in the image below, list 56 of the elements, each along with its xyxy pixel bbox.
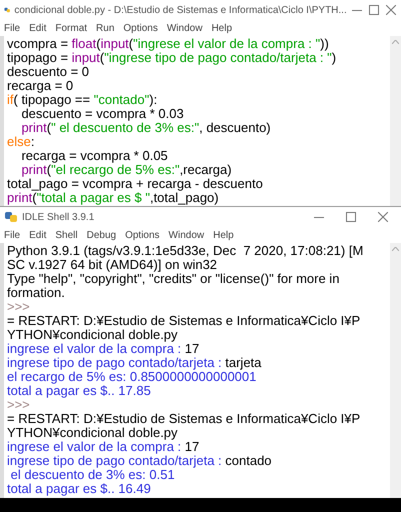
- menu-item[interactable]: Format: [55, 20, 88, 36]
- code-line: recarga = vcompra * 0.05: [20, 149, 169, 163]
- shell-line: el descuento de 3% es: 0.51: [10, 468, 175, 482]
- python-logo-icon: [4, 210, 18, 224]
- maximize-icon: [346, 212, 356, 222]
- shell-line: SC v.1927 64 bit (AMD64)] on win32: [7, 258, 218, 272]
- maximize-icon: [368, 5, 379, 15]
- shell-line: YTHON¥condicional doble.py: [7, 426, 179, 440]
- menu-item[interactable]: Debug: [86, 228, 116, 242]
- scrollbar[interactable]: [390, 243, 401, 498]
- window-title: IDLE Shell 3.9.1: [22, 210, 96, 224]
- menu-item[interactable]: File: [4, 228, 20, 242]
- shell-line: total a pagar es $.. 16.49: [7, 482, 152, 496]
- code-line: tipopago = input("ingrese tipo de pago contado/tarjeta : "): [7, 51, 338, 65]
- menu-item[interactable]: Help: [213, 228, 234, 242]
- menu-item[interactable]: Shell: [55, 228, 78, 242]
- shell-line: ingrese tipo de pago contado/tarjeta : tarjeta: [7, 356, 262, 370]
- shell-line: total a pagar es $.. 17.85: [7, 384, 152, 398]
- shell-line: >>>: [7, 300, 31, 314]
- code-line: else:: [7, 135, 34, 149]
- menu-item[interactable]: Window: [168, 228, 204, 242]
- minimize-icon: [314, 216, 324, 218]
- close-icon: [378, 212, 388, 222]
- shell-line: = RESTART: D:¥Estudio de Sistemas e Informatica¥Ciclo I¥P: [7, 314, 362, 328]
- shell-line: formation.: [7, 286, 65, 300]
- shell-line: el recargo de 5% es: 0.8500000000000001: [7, 370, 256, 384]
- menu-item[interactable]: Run: [96, 20, 114, 36]
- code-line: total_pago = vcompra + recarga - descuento: [7, 177, 264, 191]
- code-line: descuento = vcompra * 0.03: [20, 107, 185, 121]
- scrollbar[interactable]: [390, 36, 401, 206]
- code-line: print(" el descuento de 3% es:", descuento): [20, 121, 272, 135]
- shell-line: Type "help", "copyright", "credits" or "license()" for more in: [7, 272, 340, 286]
- menu-item[interactable]: Help: [211, 20, 232, 36]
- scroll-up-icon: [392, 247, 399, 251]
- menu-item[interactable]: Window: [166, 20, 202, 36]
- window-title: condicional doble.py - D:\Estudio de Sistemas e Informatica\Ciclo I\PYTH...: [14, 4, 347, 18]
- menu-item[interactable]: Edit: [29, 228, 46, 242]
- code-line: print("el recargo de 5% es:",recarga): [20, 163, 233, 177]
- shell-line: ingrese el valor de la compra : 17: [7, 440, 200, 454]
- shell-line: YTHON¥condicional doble.py: [7, 328, 179, 342]
- menu-item[interactable]: Edit: [29, 20, 46, 36]
- code-line: if( tipopago == "contado"):: [7, 93, 158, 107]
- scroll-up-icon: [392, 40, 399, 44]
- code-line: recarga = 0: [7, 79, 74, 93]
- menu-item[interactable]: Options: [125, 228, 160, 242]
- shell-line: = RESTART: D:¥Estudio de Sistemas e Informatica¥Ciclo I¥P: [7, 412, 362, 426]
- shell-line: >>>: [7, 398, 31, 412]
- shell-line: ingrese el valor de la compra : 17: [7, 342, 200, 356]
- menu-item[interactable]: File: [4, 20, 20, 36]
- menu-item[interactable]: Options: [123, 20, 158, 36]
- code-line: vcompra = float(input("ingrese el valor de la compra : ")): [7, 37, 330, 51]
- shell-line: ingrese tipo de pago contado/tarjeta : contado: [7, 454, 273, 468]
- shell-line: Python 3.9.1 (tags/v3.9.1:1e5d33e, Dec 7 2020, 17:08:21) [M: [7, 244, 364, 258]
- code-line: descuento = 0: [7, 65, 90, 79]
- close-icon: [386, 5, 396, 15]
- code-line: print("total a pagar es $ ",total_pago): [7, 191, 220, 205]
